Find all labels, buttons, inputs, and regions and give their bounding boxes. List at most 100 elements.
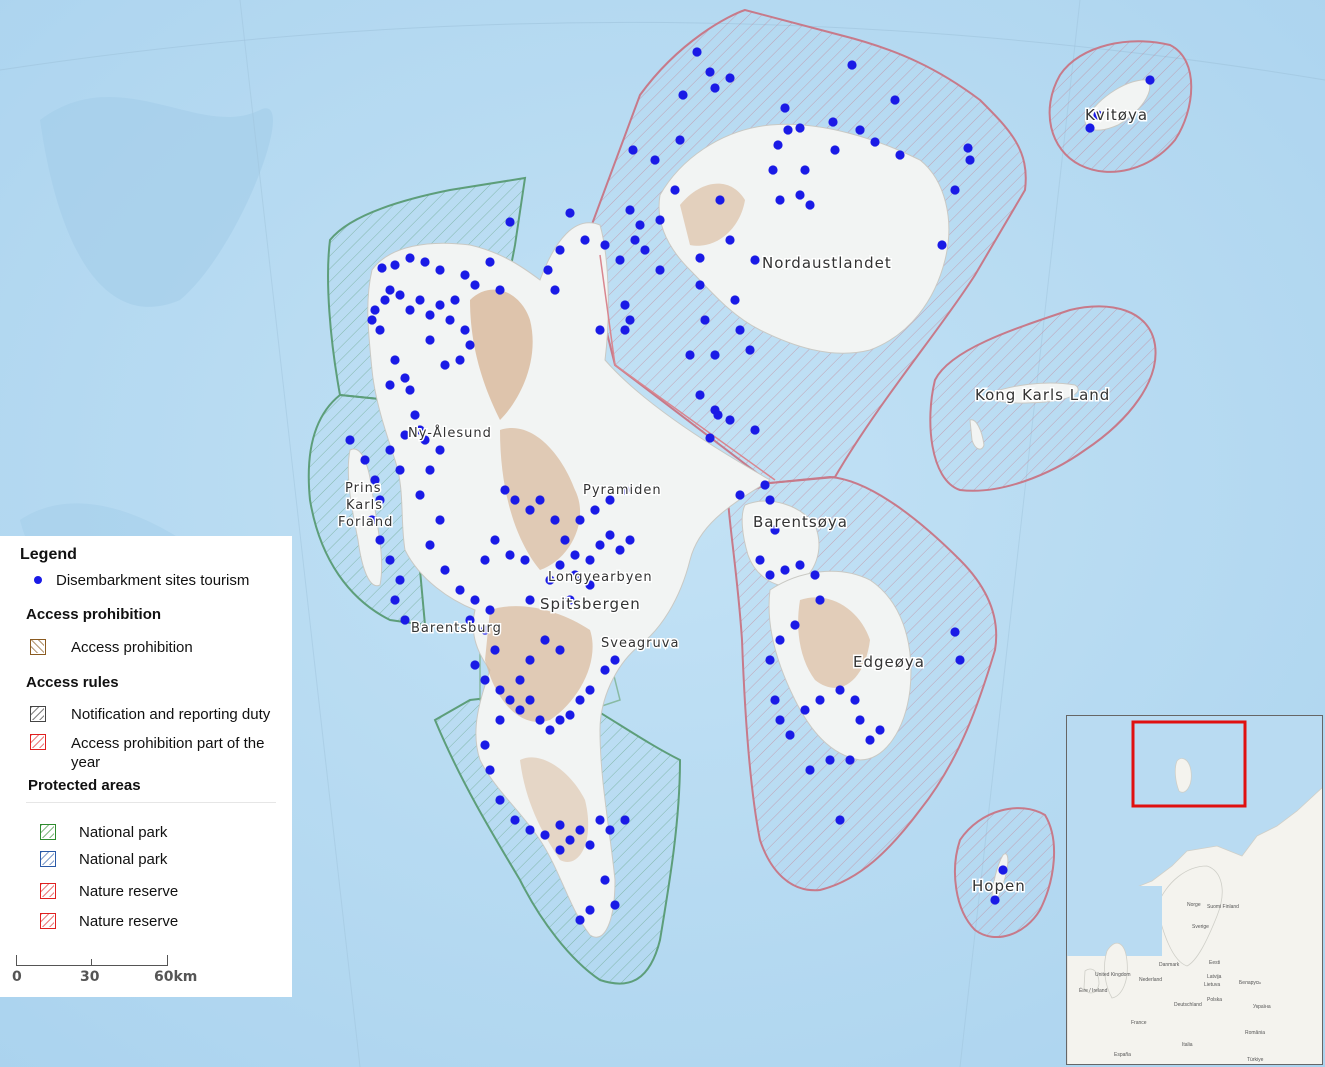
disembarkment-site-marker[interactable] <box>595 540 605 550</box>
disembarkment-site-marker[interactable] <box>675 135 685 145</box>
disembarkment-site-marker[interactable] <box>695 280 705 290</box>
disembarkment-site-marker[interactable] <box>760 480 770 490</box>
disembarkment-site-marker[interactable] <box>565 208 575 218</box>
disembarkment-site-marker[interactable] <box>405 385 415 395</box>
disembarkment-site-marker[interactable] <box>495 685 505 695</box>
disembarkment-site-marker[interactable] <box>685 350 695 360</box>
disembarkment-site-marker[interactable] <box>590 505 600 515</box>
disembarkment-site-marker[interactable] <box>620 325 630 335</box>
disembarkment-site-marker[interactable] <box>575 515 585 525</box>
disembarkment-site-marker[interactable] <box>965 155 975 165</box>
disembarkment-site-marker[interactable] <box>435 265 445 275</box>
disembarkment-site-marker[interactable] <box>435 515 445 525</box>
disembarkment-site-marker[interactable] <box>555 820 565 830</box>
disembarkment-site-marker[interactable] <box>425 540 435 550</box>
disembarkment-site-marker[interactable] <box>605 825 615 835</box>
disembarkment-site-marker[interactable] <box>495 285 505 295</box>
disembarkment-site-marker[interactable] <box>455 585 465 595</box>
disembarkment-site-marker[interactable] <box>515 675 525 685</box>
disembarkment-site-marker[interactable] <box>835 815 845 825</box>
disembarkment-site-marker[interactable] <box>580 235 590 245</box>
disembarkment-site-marker[interactable] <box>555 645 565 655</box>
disembarkment-site-marker[interactable] <box>550 515 560 525</box>
disembarkment-site-marker[interactable] <box>655 265 665 275</box>
disembarkment-site-marker[interactable] <box>560 535 570 545</box>
disembarkment-site-marker[interactable] <box>395 575 405 585</box>
disembarkment-site-marker[interactable] <box>785 730 795 740</box>
disembarkment-site-marker[interactable] <box>470 280 480 290</box>
disembarkment-site-marker[interactable] <box>615 545 625 555</box>
disembarkment-site-marker[interactable] <box>810 570 820 580</box>
disembarkment-site-marker[interactable] <box>828 117 838 127</box>
disembarkment-site-marker[interactable] <box>800 165 810 175</box>
disembarkment-site-marker[interactable] <box>465 340 475 350</box>
disembarkment-site-marker[interactable] <box>485 765 495 775</box>
disembarkment-site-marker[interactable] <box>835 685 845 695</box>
disembarkment-site-marker[interactable] <box>805 200 815 210</box>
disembarkment-site-marker[interactable] <box>780 565 790 575</box>
disembarkment-site-marker[interactable] <box>460 270 470 280</box>
disembarkment-site-marker[interactable] <box>765 495 775 505</box>
disembarkment-site-marker[interactable] <box>700 315 710 325</box>
disembarkment-site-marker[interactable] <box>825 755 835 765</box>
disembarkment-site-marker[interactable] <box>615 255 625 265</box>
disembarkment-site-marker[interactable] <box>420 257 430 267</box>
disembarkment-site-marker[interactable] <box>377 263 387 273</box>
disembarkment-site-marker[interactable] <box>395 290 405 300</box>
disembarkment-site-marker[interactable] <box>635 220 645 230</box>
disembarkment-site-marker[interactable] <box>795 560 805 570</box>
disembarkment-site-marker[interactable] <box>630 235 640 245</box>
inset-locator-map[interactable]: Norge Suomi Finland Sverige Eesti Latvija Lie… <box>1066 715 1323 1065</box>
disembarkment-site-marker[interactable] <box>585 905 595 915</box>
disembarkment-site-marker[interactable] <box>485 605 495 615</box>
disembarkment-site-marker[interactable] <box>505 217 515 227</box>
disembarkment-site-marker[interactable] <box>775 635 785 645</box>
disembarkment-site-marker[interactable] <box>625 315 635 325</box>
disembarkment-site-marker[interactable] <box>783 125 793 135</box>
disembarkment-site-marker[interactable] <box>670 185 680 195</box>
disembarkment-site-marker[interactable] <box>565 710 575 720</box>
disembarkment-site-marker[interactable] <box>713 410 723 420</box>
disembarkment-site-marker[interactable] <box>390 355 400 365</box>
disembarkment-site-marker[interactable] <box>585 840 595 850</box>
disembarkment-site-marker[interactable] <box>435 445 445 455</box>
disembarkment-site-marker[interactable] <box>525 505 535 515</box>
disembarkment-site-marker[interactable] <box>847 60 857 70</box>
disembarkment-site-marker[interactable] <box>535 715 545 725</box>
disembarkment-site-marker[interactable] <box>955 655 965 665</box>
disembarkment-site-marker[interactable] <box>768 165 778 175</box>
disembarkment-site-marker[interactable] <box>750 425 760 435</box>
disembarkment-site-marker[interactable] <box>600 875 610 885</box>
disembarkment-site-marker[interactable] <box>575 915 585 925</box>
disembarkment-site-marker[interactable] <box>375 535 385 545</box>
disembarkment-site-marker[interactable] <box>1085 123 1095 133</box>
disembarkment-site-marker[interactable] <box>480 740 490 750</box>
disembarkment-site-marker[interactable] <box>775 195 785 205</box>
disembarkment-site-marker[interactable] <box>385 445 395 455</box>
disembarkment-site-marker[interactable] <box>870 137 880 147</box>
disembarkment-site-marker[interactable] <box>515 705 525 715</box>
disembarkment-site-marker[interactable] <box>815 595 825 605</box>
disembarkment-site-marker[interactable] <box>678 90 688 100</box>
disembarkment-site-marker[interactable] <box>480 555 490 565</box>
disembarkment-site-marker[interactable] <box>765 570 775 580</box>
disembarkment-site-marker[interactable] <box>510 815 520 825</box>
disembarkment-site-marker[interactable] <box>570 550 580 560</box>
disembarkment-site-marker[interactable] <box>345 435 355 445</box>
disembarkment-site-marker[interactable] <box>415 490 425 500</box>
disembarkment-site-marker[interactable] <box>705 433 715 443</box>
disembarkment-site-marker[interactable] <box>565 835 575 845</box>
disembarkment-site-marker[interactable] <box>500 485 510 495</box>
disembarkment-site-marker[interactable] <box>830 145 840 155</box>
disembarkment-site-marker[interactable] <box>790 620 800 630</box>
disembarkment-site-marker[interactable] <box>415 295 425 305</box>
disembarkment-site-marker[interactable] <box>440 360 450 370</box>
disembarkment-site-marker[interactable] <box>805 765 815 775</box>
disembarkment-site-marker[interactable] <box>715 195 725 205</box>
disembarkment-site-marker[interactable] <box>525 655 535 665</box>
disembarkment-site-marker[interactable] <box>625 535 635 545</box>
disembarkment-site-marker[interactable] <box>735 490 745 500</box>
disembarkment-site-marker[interactable] <box>750 255 760 265</box>
disembarkment-site-marker[interactable] <box>1145 75 1155 85</box>
disembarkment-site-marker[interactable] <box>385 555 395 565</box>
